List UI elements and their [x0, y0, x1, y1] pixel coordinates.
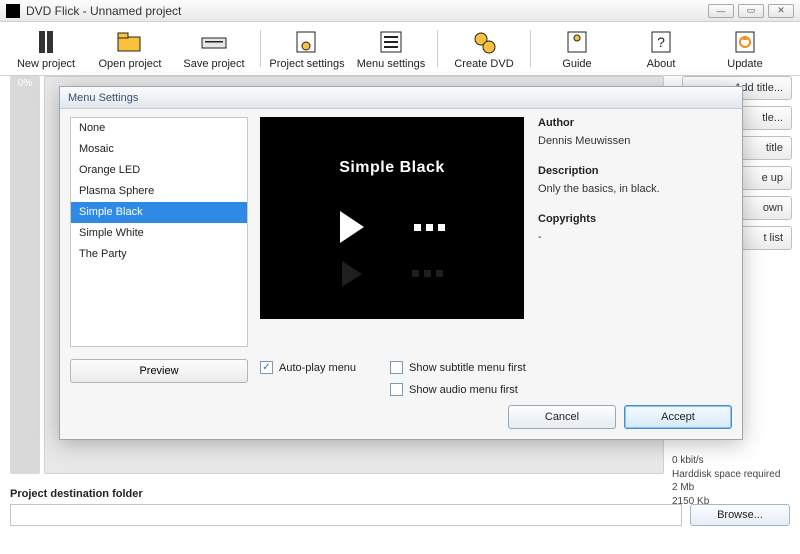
author-heading: Author: [538, 117, 732, 129]
show-audio-first-checkbox[interactable]: [390, 383, 403, 396]
menu-settings-dialog: Menu Settings NoneMosaicOrange LEDPlasma…: [59, 86, 743, 440]
menu-template-item[interactable]: None: [71, 118, 247, 139]
menu-settings-button[interactable]: Menu settings: [349, 24, 433, 73]
space-required-val1: 2 Mb: [672, 481, 792, 495]
side-btn-label: t list: [763, 232, 783, 244]
accept-button[interactable]: Accept: [624, 405, 732, 429]
create-dvd-button[interactable]: Create DVD: [442, 24, 526, 73]
description-heading: Description: [538, 165, 732, 177]
destination-folder-label: Project destination folder: [10, 488, 143, 500]
app-icon: [6, 4, 20, 18]
save-project-button[interactable]: Save project: [172, 24, 256, 73]
about-icon: ?: [647, 28, 675, 56]
menu-template-item[interactable]: The Party: [71, 244, 247, 265]
menu-preview: Simple Black: [260, 117, 524, 319]
dialog-title: Menu Settings: [68, 92, 138, 104]
update-button[interactable]: Update: [703, 24, 787, 73]
side-btn-label: title: [766, 142, 783, 154]
save-icon: [200, 28, 228, 56]
side-btn-label: tle...: [762, 112, 783, 124]
dialog-titlebar: Menu Settings: [60, 87, 742, 109]
play-icon: [340, 211, 364, 243]
show-subtitle-first-label: Show subtitle menu first: [409, 362, 526, 374]
browse-button[interactable]: Browse...: [690, 504, 790, 526]
disk-stats: 0 kbit/s Harddisk space required 2 Mb 21…: [672, 454, 792, 508]
toolbar-label: Guide: [562, 58, 591, 70]
guide-icon: [563, 28, 591, 56]
dvd-gear-icon: [470, 28, 498, 56]
toolbar-label: New project: [17, 58, 75, 70]
close-button[interactable]: ✕: [768, 4, 794, 18]
menu-template-item[interactable]: Orange LED: [71, 160, 247, 181]
side-btn-label: e up: [762, 172, 783, 184]
toolbar-label: Menu settings: [357, 58, 425, 70]
menu-template-item[interactable]: Mosaic: [71, 139, 247, 160]
accept-label: Accept: [661, 411, 695, 423]
minimize-button[interactable]: —: [708, 4, 734, 18]
maximize-button[interactable]: ▭: [738, 4, 764, 18]
svg-text:?: ?: [657, 34, 665, 50]
menu-template-item[interactable]: Simple White: [71, 223, 247, 244]
autoplay-label: Auto-play menu: [279, 362, 356, 374]
toolbar-label: Open project: [99, 58, 162, 70]
toolbar-label: About: [647, 58, 676, 70]
about-button[interactable]: ? About: [619, 24, 703, 73]
folder-open-icon: [116, 28, 144, 56]
menu-template-item[interactable]: Plasma Sphere: [71, 181, 247, 202]
new-project-button[interactable]: New project: [4, 24, 88, 73]
browse-label: Browse...: [717, 509, 763, 521]
copyrights-value: -: [538, 231, 732, 243]
project-settings-icon: [293, 28, 321, 56]
menu-template-list[interactable]: NoneMosaicOrange LEDPlasma SphereSimple …: [70, 117, 248, 347]
side-btn-label: own: [763, 202, 783, 214]
titlebar: DVD Flick - Unnamed project — ▭ ✕: [0, 0, 800, 22]
open-project-button[interactable]: Open project: [88, 24, 172, 73]
menu-settings-icon: [377, 28, 405, 56]
preview-button[interactable]: Preview: [70, 359, 248, 383]
preview-title-text: Simple Black: [339, 159, 445, 177]
chapter-dots-icon: [414, 224, 445, 231]
description-value: Only the basics, in black.: [538, 183, 732, 195]
copyrights-heading: Copyrights: [538, 213, 732, 225]
cancel-button[interactable]: Cancel: [508, 405, 616, 429]
template-info-panel: Author Dennis Meuwissen Description Only…: [538, 117, 732, 243]
destination-folder-input[interactable]: [10, 504, 682, 526]
update-icon: [731, 28, 759, 56]
author-value: Dennis Meuwissen: [538, 135, 732, 147]
toolbar-label: Save project: [183, 58, 244, 70]
autoplay-checkbox[interactable]: [260, 361, 273, 374]
preview-button-label: Preview: [139, 365, 178, 377]
guide-button[interactable]: Guide: [535, 24, 619, 73]
new-project-icon: [32, 28, 60, 56]
toolbar-label: Create DVD: [454, 58, 513, 70]
toolbar-label: Project settings: [269, 58, 344, 70]
window-title: DVD Flick - Unnamed project: [26, 4, 181, 18]
show-subtitle-first-checkbox[interactable]: [390, 361, 403, 374]
project-settings-button[interactable]: Project settings: [265, 24, 349, 73]
disk-fill-percent: 0%: [18, 78, 32, 89]
space-required-label: Harddisk space required: [672, 468, 792, 482]
bitrate-line: 0 kbit/s: [672, 454, 792, 468]
show-audio-first-label: Show audio menu first: [409, 384, 518, 396]
disk-fill-meter: 0%: [10, 76, 40, 474]
toolbar-label: Update: [727, 58, 762, 70]
cancel-label: Cancel: [545, 411, 579, 423]
menu-template-item[interactable]: Simple Black: [71, 202, 247, 223]
toolbar: New project Open project Save project Pr…: [0, 22, 800, 76]
